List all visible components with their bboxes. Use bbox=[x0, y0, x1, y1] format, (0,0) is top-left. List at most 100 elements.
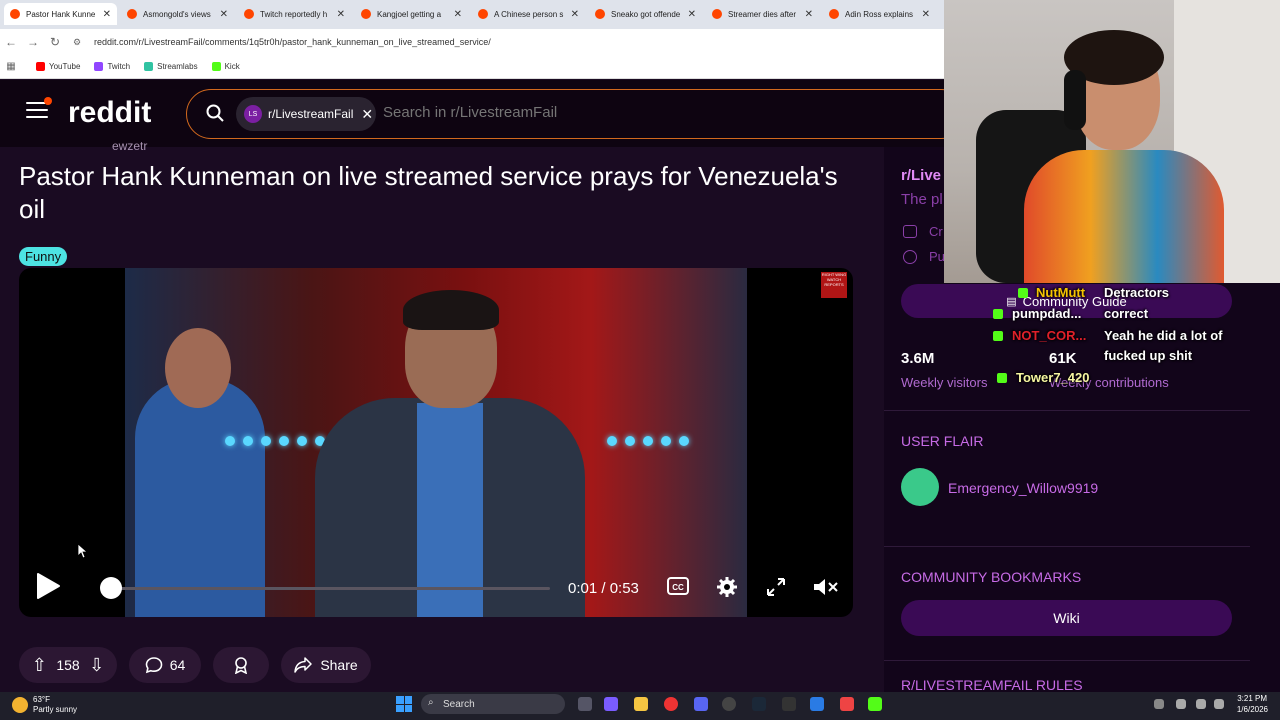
copilot-icon[interactable] bbox=[604, 697, 618, 711]
share-button[interactable]: Share bbox=[281, 647, 371, 683]
site-info-icon[interactable]: ⚙ bbox=[66, 37, 88, 48]
windows-start-icon[interactable] bbox=[396, 696, 412, 712]
fullscreen-icon[interactable] bbox=[766, 577, 786, 597]
video-figure bbox=[403, 290, 499, 330]
back-icon[interactable]: ← bbox=[0, 35, 22, 49]
comments-button[interactable]: 64 bbox=[129, 647, 201, 683]
chat-username: pumpdad... bbox=[1012, 306, 1082, 321]
kick-icon[interactable] bbox=[868, 697, 882, 711]
kick-icon bbox=[997, 373, 1007, 383]
obs-icon[interactable] bbox=[722, 697, 736, 711]
avatar[interactable] bbox=[901, 468, 939, 506]
clock-time[interactable]: 3:21 PM bbox=[1237, 694, 1267, 703]
user-flair-name[interactable]: Emergency_Willow9919 bbox=[948, 480, 1098, 496]
steam-icon[interactable] bbox=[752, 697, 766, 711]
tab-strip: Pastor Hank Kunne ✕ Asmongold's views ✕ Tw… bbox=[0, 0, 944, 29]
network-icon[interactable] bbox=[1196, 699, 1206, 709]
subreddit-name[interactable]: r/Live bbox=[901, 167, 941, 184]
discord-icon[interactable] bbox=[694, 697, 708, 711]
reddit-icon bbox=[127, 9, 137, 19]
taskbar-search[interactable]: ⌕ Search bbox=[421, 694, 565, 714]
file-explorer-icon[interactable] bbox=[634, 697, 648, 711]
clock-date[interactable]: 1/6/2026 bbox=[1230, 705, 1268, 714]
play-button[interactable] bbox=[35, 572, 61, 600]
bookmark-youtube[interactable]: YouTube bbox=[36, 62, 80, 71]
weather-description[interactable]: Partly sunny bbox=[33, 705, 77, 714]
video-player[interactable]: RIGHT WING WATCH REPORTS bbox=[19, 268, 853, 617]
bookmark-kick[interactable]: Kick bbox=[211, 62, 240, 71]
tab-6[interactable]: Streamer dies after ✕ bbox=[706, 3, 819, 25]
video-frame: RIGHT WING WATCH REPORTS bbox=[125, 268, 847, 617]
subreddit-search-chip[interactable]: LS r/LivestreamFail ✕ bbox=[236, 97, 376, 131]
community-bookmarks-header: COMMUNITY BOOKMARKS bbox=[901, 569, 1082, 585]
tab-5[interactable]: Sneako got offende ✕ bbox=[589, 3, 702, 25]
webcam-overlay bbox=[944, 0, 1280, 283]
app-icon[interactable] bbox=[840, 697, 854, 711]
weather-icon[interactable] bbox=[12, 697, 28, 713]
address-bar: ← → ↻ ⚙ reddit.com/r/LivestreamFail/comm… bbox=[0, 29, 944, 55]
svg-text:CC: CC bbox=[672, 583, 684, 592]
tab-label: Streamer dies after bbox=[728, 9, 797, 19]
user-flair-header: USER FLAIR bbox=[901, 433, 984, 449]
tab-label: Twitch reportedly h bbox=[260, 9, 328, 19]
video-watermark: RIGHT WING WATCH REPORTS bbox=[821, 272, 847, 298]
chrome-icon[interactable] bbox=[664, 697, 678, 711]
tab-3[interactable]: Kangjoel getting a ✕ bbox=[355, 3, 468, 25]
epic-games-icon[interactable] bbox=[782, 697, 796, 711]
forward-icon[interactable]: → bbox=[22, 35, 44, 49]
upvote-icon[interactable]: ⇧ bbox=[32, 655, 47, 676]
reddit-icon bbox=[10, 9, 20, 19]
bookmark-streamlabs[interactable]: Streamlabs bbox=[144, 62, 198, 71]
apps-icon[interactable]: ▦ bbox=[0, 61, 22, 72]
calendar-icon bbox=[903, 225, 917, 238]
volume-icon[interactable] bbox=[1214, 699, 1224, 709]
reload-icon[interactable]: ↻ bbox=[44, 35, 66, 49]
progress-knob[interactable] bbox=[99, 577, 122, 599]
microphone-icon[interactable] bbox=[1176, 699, 1186, 709]
close-icon[interactable]: ✕ bbox=[688, 9, 696, 20]
weather-temp[interactable]: 63°F bbox=[33, 695, 50, 704]
tab-4[interactable]: A Chinese person s ✕ bbox=[472, 3, 585, 25]
chat-message: Detractors bbox=[1104, 285, 1170, 300]
bookmarks-bar: ▦ YouTube Twitch Streamlabs Kick bbox=[0, 55, 944, 79]
close-icon[interactable]: ✕ bbox=[571, 9, 579, 20]
close-icon[interactable]: ✕ bbox=[337, 9, 345, 20]
close-icon[interactable]: ✕ bbox=[454, 9, 462, 20]
tab-label: Adin Ross explains bbox=[845, 9, 914, 19]
tab-1[interactable]: Asmongold's views ✕ bbox=[121, 3, 234, 25]
task-view-icon[interactable] bbox=[578, 697, 592, 711]
app-icon[interactable] bbox=[810, 697, 824, 711]
tab-0[interactable]: Pastor Hank Kunne ✕ bbox=[4, 3, 117, 25]
wiki-button[interactable]: Wiki bbox=[901, 600, 1232, 636]
rules-header[interactable]: R/LIVESTREAMFAIL RULES bbox=[901, 677, 1083, 693]
tab-7[interactable]: Adin Ross explains ✕ bbox=[823, 3, 936, 25]
close-icon[interactable]: ✕ bbox=[922, 9, 930, 20]
tab-2[interactable]: Twitch reportedly h ✕ bbox=[238, 3, 351, 25]
bookmark-label: Streamlabs bbox=[157, 62, 198, 71]
subreddit-description: The pl bbox=[901, 191, 943, 208]
mute-icon[interactable] bbox=[813, 577, 839, 597]
url-field[interactable]: reddit.com/r/LivestreamFail/comments/1q5… bbox=[94, 37, 491, 47]
bookmark-label: YouTube bbox=[49, 62, 81, 71]
chat-username: NutMutt bbox=[1036, 285, 1086, 300]
tab-label: Asmongold's views bbox=[143, 9, 211, 19]
comment-icon bbox=[145, 657, 163, 674]
tray-chevron-icon[interactable] bbox=[1154, 699, 1164, 709]
close-icon[interactable]: ✕ bbox=[103, 9, 111, 20]
close-icon[interactable]: ✕ bbox=[220, 9, 228, 20]
downvote-icon[interactable]: ⇩ bbox=[89, 655, 104, 676]
tab-label: Kangjoel getting a bbox=[377, 9, 442, 19]
gear-icon[interactable] bbox=[716, 576, 738, 598]
post-author[interactable]: ewzetr bbox=[112, 139, 147, 153]
close-icon[interactable]: ✕ bbox=[805, 9, 813, 20]
award-button[interactable] bbox=[213, 647, 269, 683]
post-flair[interactable]: Funny bbox=[19, 247, 68, 266]
close-icon[interactable]: ✕ bbox=[361, 106, 373, 123]
menu-icon[interactable] bbox=[26, 97, 52, 122]
reddit-logo[interactable]: reddit bbox=[68, 96, 151, 130]
search-input[interactable] bbox=[383, 104, 683, 121]
progress-track[interactable] bbox=[102, 587, 550, 590]
bookmark-twitch[interactable]: Twitch bbox=[94, 62, 130, 71]
divider bbox=[884, 546, 1250, 547]
captions-icon[interactable]: CC bbox=[667, 577, 689, 595]
